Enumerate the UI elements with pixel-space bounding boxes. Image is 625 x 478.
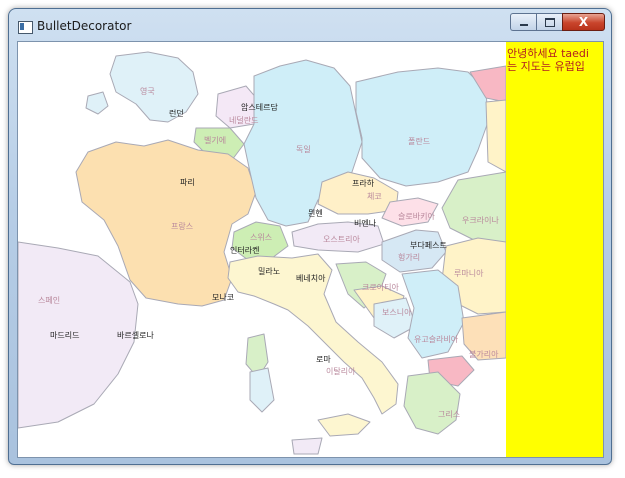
label-greece: 그리스 [438,410,461,419]
label-uk: 영국 [140,87,155,96]
label-amsterdam: 암스테르담 [241,103,278,112]
title-bar[interactable]: BulletDecorator X [9,9,611,41]
label-czech: 체코 [367,192,382,201]
label-london: 런던 [169,109,184,118]
label-netherlands: 네덜란드 [229,116,259,125]
label-venice: 베네치아 [296,274,326,283]
maximize-icon [544,17,555,27]
close-icon: X [578,15,589,29]
label-paris: 파리 [180,178,195,187]
app-window: BulletDecorator X 영국 런던 암스테르담 네덜란드 벨기에 독… [8,8,612,465]
label-yugoslavia: 유고슬라비아 [414,335,459,344]
label-budapest: 부다페스트 [410,241,447,250]
label-spain: 스페인 [38,296,61,305]
europe-map: 영국 런던 암스테르담 네덜란드 벨기에 독일 폴란드 파리 프라하 체코 슬로… [18,42,506,457]
label-austria: 오스트리아 [323,235,360,244]
label-milan: 밀라노 [258,267,281,276]
label-belgium: 벨기에 [204,136,227,145]
label-prague: 프라하 [352,179,375,188]
label-interlaken: 인터라켄 [230,246,260,255]
close-button[interactable]: X [562,13,605,31]
minimize-button[interactable] [510,13,536,31]
label-rome: 로마 [316,355,331,364]
label-barcelona: 바르셀로나 [117,331,154,340]
client-area: 영국 런던 암스테르담 네덜란드 벨기에 독일 폴란드 파리 프라하 체코 슬로… [17,41,604,458]
label-vienna: 비엔나 [354,219,377,228]
label-switzerland: 스위스 [250,233,273,242]
label-hungary: 헝가리 [398,253,421,262]
label-madrid: 마드리드 [50,331,80,340]
label-munich: 뮌헨 [308,209,323,218]
label-poland: 폴란드 [408,137,431,146]
side-text-block: 안녕하세요 taedi 는 지도는 유럽입 [506,42,603,457]
label-france: 프랑스 [171,222,194,231]
label-bosnia: 보스니아 [382,308,412,317]
window-title: BulletDecorator [37,19,132,33]
maximize-button[interactable] [536,13,562,31]
label-monaco: 모나코 [212,293,235,302]
minimize-icon [519,24,528,26]
caption-buttons: X [510,13,605,32]
label-croatia: 크로아티아 [362,283,399,292]
window-icon[interactable] [18,21,33,34]
label-romania: 루마니아 [454,269,484,278]
label-bulgaria: 불가리아 [469,350,499,359]
label-slovakia: 슬로바키아 [398,212,435,221]
label-italy: 이탈리아 [326,367,356,376]
label-germany: 독일 [296,145,311,154]
label-ukraine: 우크라이나 [462,216,499,225]
